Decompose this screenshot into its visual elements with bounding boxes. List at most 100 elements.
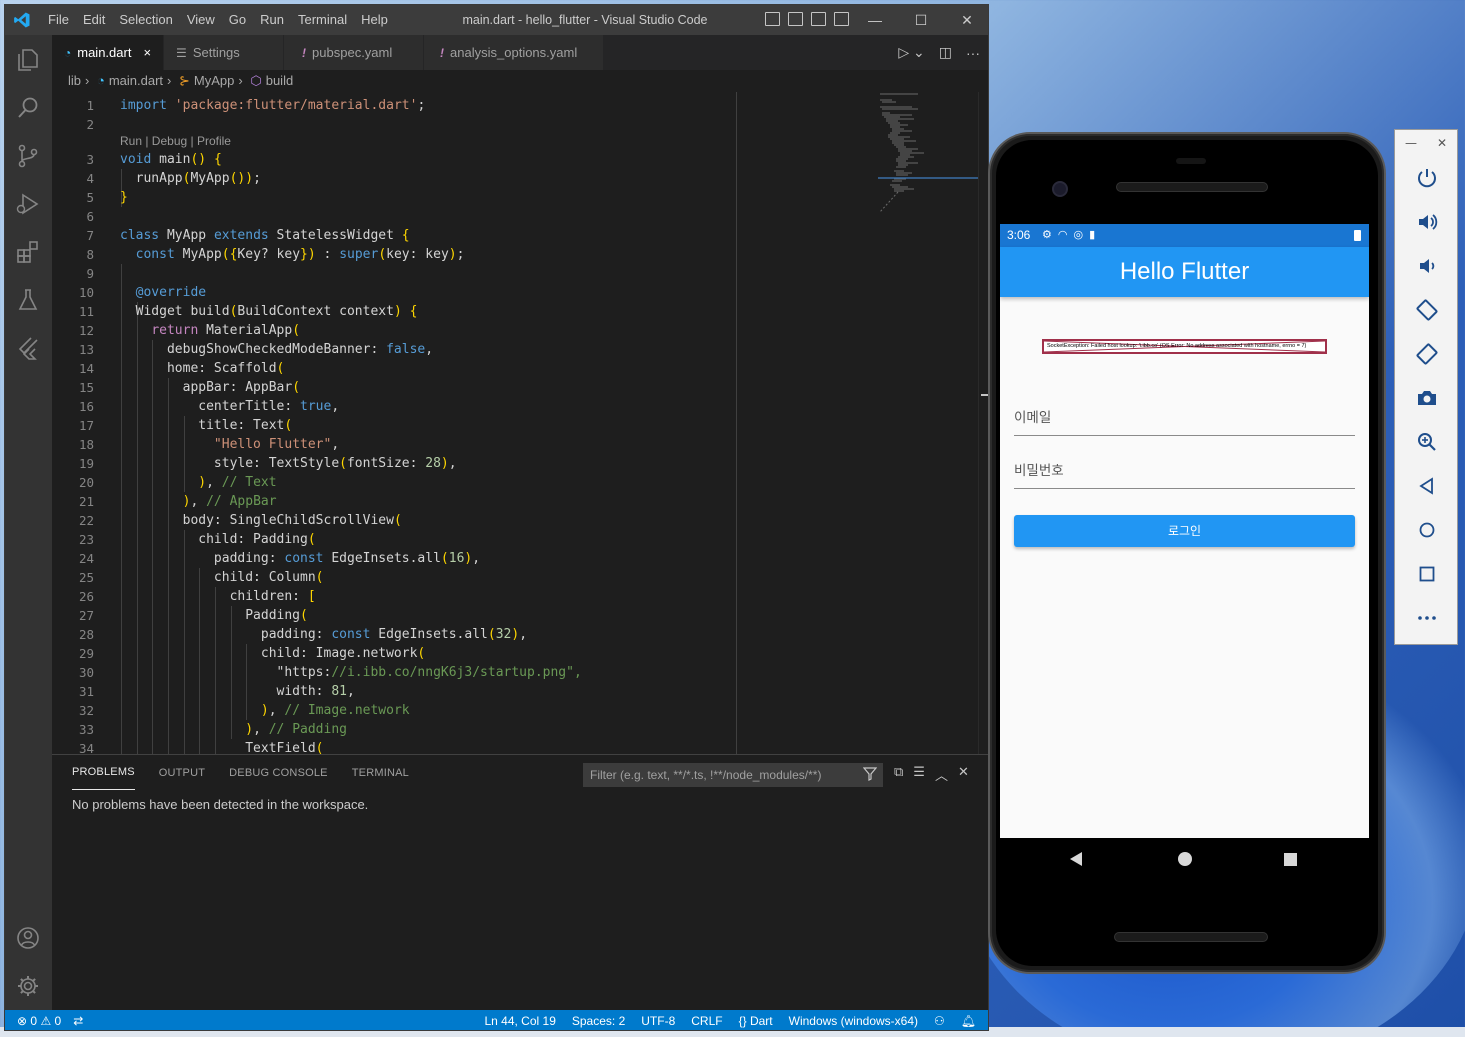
tab-pubspec-yaml[interactable]: ! pubspec.yaml [284,35,425,70]
overview-square-icon[interactable] [1415,562,1439,586]
breadcrumb-file[interactable]: main.dart [109,73,163,88]
run-debug-icon[interactable] [15,191,41,217]
line-number: 25 [78,570,94,585]
close-window-button[interactable]: ✕ [944,5,988,35]
code-line: import 'package:flutter/material.dart'; [120,98,426,113]
encoding[interactable]: UTF-8 [641,1010,675,1030]
code-line: width: 81, [120,684,355,699]
manage-gear-icon[interactable] [15,973,41,999]
language-mode[interactable]: {} Dart [739,1010,773,1030]
maximize-panel-icon[interactable]: ︿ [935,765,948,784]
breadcrumb-lib[interactable]: lib [68,73,81,88]
camera-screenshot-icon[interactable] [1415,386,1439,410]
nav-recents-icon[interactable] [1284,853,1297,866]
volume-down-icon[interactable] [1415,254,1439,278]
tab-analysis-options-yaml[interactable]: ! analysis_options.yaml [424,35,605,70]
android-nav-bar [1000,838,1369,880]
nav-home-icon[interactable] [1178,852,1192,866]
email-field[interactable]: 이메일 [1014,396,1355,436]
end-of-line[interactable]: CRLF [691,1010,722,1030]
line-number: 9 [86,266,94,281]
tab-output[interactable]: OUTPUT [159,755,205,791]
zoom-icon[interactable] [1415,430,1439,454]
flutter-icon[interactable] [15,335,41,361]
maximize-button[interactable]: ☐ [898,5,944,35]
minimize-button[interactable]: — [852,5,898,35]
accounts-icon[interactable] [15,925,41,951]
source-control-icon[interactable] [15,143,41,169]
power-icon[interactable] [1415,166,1439,190]
error-icon: ⊗ [17,1014,28,1028]
code-editor[interactable]: 1 2 3 4 5 6 7 8 9 10 11 12 13 14 15 16 17 18 19 20 21 22 23 24 2… [52,92,988,754]
tab-main-dart[interactable]: ◔ main.dart × [52,35,165,70]
flutter-device[interactable]: Windows (windows-x64) [789,1010,918,1030]
panel-tabs: PROBLEMS OUTPUT DEBUG CONSOLE TERMINAL [72,755,409,791]
breadcrumb-class[interactable]: MyApp [194,73,234,88]
line-number: 6 [86,209,94,224]
testing-flask-icon[interactable] [15,287,41,313]
home-circle-icon[interactable] [1415,518,1439,542]
codelens-run-debug[interactable]: Run | Debug | Profile [120,134,231,148]
exclamation-icon: ! [302,45,307,60]
more-actions-icon[interactable]: ··· [966,45,980,61]
code-line: style: TextStyle(fontSize: 28), [120,456,457,471]
filter-funnel-icon[interactable] [863,767,877,781]
extensions-icon[interactable] [15,239,41,265]
volume-up-icon[interactable] [1415,210,1439,234]
emulator-minimize-icon[interactable]: — [1405,136,1417,150]
close-panel-icon[interactable]: ✕ [958,765,969,784]
chevron-right-icon: › [85,73,90,88]
live-share-icon[interactable]: ⇄ [73,1010,83,1030]
proximity-sensor [1176,158,1206,164]
toggle-secondary-sidebar-icon[interactable] [811,12,826,26]
tab-problems[interactable]: PROBLEMS [72,755,135,790]
customize-layout-icon[interactable] [834,12,849,26]
indentation[interactable]: Spaces: 2 [572,1010,625,1030]
close-tab-icon[interactable]: × [143,45,151,60]
app-bar-title: Hello Flutter [1000,247,1369,297]
rotate-left-icon[interactable] [1415,298,1439,322]
more-options-icon[interactable] [1415,606,1439,630]
tab-settings[interactable]: ☰ Settings [164,35,285,70]
toggle-panel-icon[interactable] [788,12,803,26]
cursor-position[interactable]: Ln 44, Col 19 [484,1010,555,1030]
vscode-window: File Edit Selection View Go Run Terminal… [4,4,989,1031]
problems-status[interactable]: ⊗ 0 ⚠ 0 [17,1010,61,1030]
tab-label: Settings [192,45,240,60]
code-line: title: Text( [120,418,293,433]
search-icon[interactable] [15,95,41,121]
feedback-icon[interactable]: ⚇ [934,1010,945,1030]
back-triangle-icon[interactable] [1415,474,1439,498]
code-line: ), // Image.network [260,703,410,718]
title-bar: File Edit Selection View Go Run Terminal… [5,5,988,35]
notifications-bell-icon[interactable]: 🔔︎ [961,1010,976,1030]
collapse-all-icon[interactable]: ⧉ [894,765,903,784]
phone-screen[interactable]: 3:06 ⚙ ◠ ◎ ▮ Hello Flutter SocketExcepti… [1000,224,1369,838]
line-number: 22 [78,513,94,528]
toggle-primary-sidebar-icon[interactable] [765,12,780,26]
layout-controls [765,12,849,26]
settings-gear-icon: ⚙ [1042,229,1052,241]
split-editor-icon[interactable]: ◫ [939,44,952,61]
emulator-close-icon[interactable]: ✕ [1437,136,1447,150]
tab-debug-console[interactable]: DEBUG CONSOLE [229,755,328,791]
code-line: "Hello Flutter", [213,437,340,452]
login-button[interactable]: 로그인 [1014,515,1355,547]
line-number: 27 [78,608,94,623]
nav-back-icon[interactable] [1070,852,1082,866]
tab-terminal[interactable]: TERMINAL [352,755,409,791]
run-play-icon[interactable]: ▷ ⌄ [898,44,924,61]
code-line: @override [135,285,207,300]
view-as-list-icon[interactable]: ☰ [913,765,925,784]
explorer-icon[interactable] [15,47,41,73]
password-field[interactable]: 비밀번호 [1014,449,1355,489]
android-status-bar: 3:06 ⚙ ◠ ◎ ▮ [1000,224,1369,247]
line-number: 14 [78,361,94,376]
minimap[interactable] [878,92,978,222]
line-number: 31 [78,684,94,699]
line-number: 19 [78,456,94,471]
breadcrumb-method[interactable]: build [266,73,293,88]
battery-icon [1354,230,1361,241]
rotate-right-icon[interactable] [1415,342,1439,366]
problems-filter-input[interactable]: Filter (e.g. text, **/*.ts, !**/node_mod… [583,763,883,787]
